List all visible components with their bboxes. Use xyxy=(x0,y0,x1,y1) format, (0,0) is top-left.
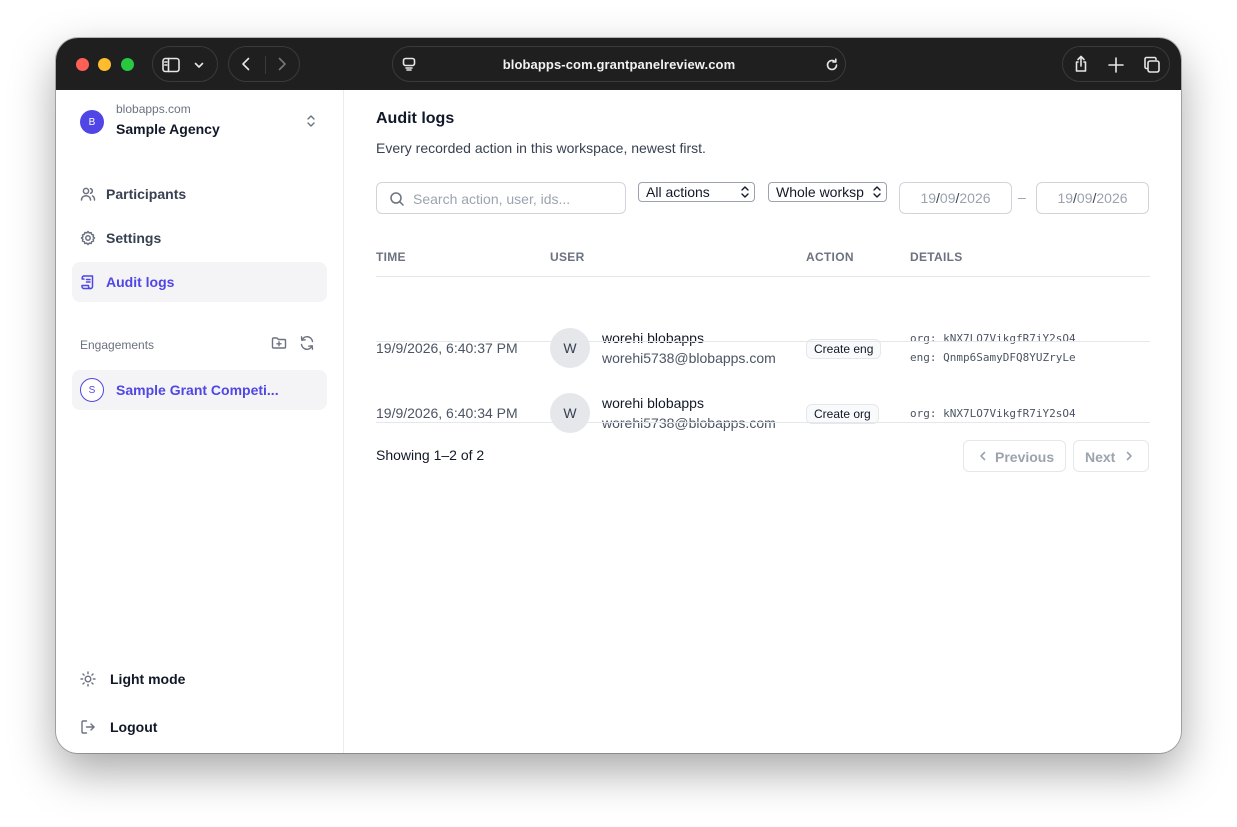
date-to-month: 09 xyxy=(1076,190,1093,206)
sidebar-item-settings[interactable]: Settings xyxy=(72,218,327,258)
column-header-user: USER xyxy=(550,250,585,264)
next-button[interactable]: Next xyxy=(1073,440,1149,472)
action-filter-select[interactable]: All actions xyxy=(638,182,755,202)
column-header-action: ACTION xyxy=(806,250,854,264)
forward-icon[interactable] xyxy=(274,56,290,72)
date-from-field[interactable]: 19/09/2026 xyxy=(899,182,1012,214)
scroll-icon xyxy=(80,274,96,290)
sidebar-item-label: Audit logs xyxy=(106,274,175,290)
column-header-time: TIME xyxy=(376,250,406,264)
chevron-left-icon xyxy=(980,451,986,461)
new-folder-icon[interactable] xyxy=(271,335,287,351)
main-content: Audit logs Every recorded action in this… xyxy=(345,90,1181,753)
next-label: Next xyxy=(1085,449,1116,465)
maximize-window-button[interactable] xyxy=(121,58,134,71)
chevron-up-down-icon xyxy=(304,112,318,135)
sidebar-item-label: Settings xyxy=(106,230,162,246)
date-to-year: 2026 xyxy=(1096,190,1128,206)
logout-icon xyxy=(80,719,96,735)
pagination-summary: Showing 1–2 of 2 xyxy=(376,447,485,463)
chevron-right-icon xyxy=(1126,451,1132,461)
row-time: 19/9/2026, 6:40:34 PM xyxy=(376,405,518,421)
action-badge: Create org xyxy=(806,404,879,424)
table-header-divider xyxy=(376,276,1150,277)
action-filter-value: All actions xyxy=(646,184,710,200)
user-email: worehi5738@blobapps.com xyxy=(602,415,776,431)
row-divider xyxy=(376,341,1150,342)
divider xyxy=(265,56,266,74)
chevron-down-icon[interactable] xyxy=(193,59,205,71)
user-name: worehi blobapps xyxy=(602,395,704,411)
gear-icon xyxy=(80,230,96,246)
history-nav-group xyxy=(228,46,300,82)
previous-label: Previous xyxy=(995,449,1055,465)
user-name: worehi blobapps xyxy=(602,330,704,346)
sidebar: B blobapps.com Sample Agency Participant… xyxy=(56,90,344,753)
detail-line: org: kNX7LO7VikgfR7iY2sO4 xyxy=(910,407,1076,420)
column-header-details: DETAILS xyxy=(910,250,963,264)
engagement-item[interactable]: S Sample Grant Competi... xyxy=(72,370,327,410)
search-icon xyxy=(389,191,405,212)
date-range-dash: – xyxy=(1018,189,1026,205)
avatar: W xyxy=(550,328,590,368)
engagements-section-label: Engagements xyxy=(80,338,155,352)
logout-label: Logout xyxy=(110,719,158,735)
page-title: Audit logs xyxy=(376,110,455,127)
date-from-day: 19 xyxy=(920,190,937,206)
share-icon[interactable] xyxy=(1072,55,1090,73)
reload-icon[interactable] xyxy=(825,58,839,72)
chevron-up-down-icon xyxy=(870,185,882,201)
page-subtitle: Every recorded action in this workspace,… xyxy=(376,140,706,156)
sidebar-item-participants[interactable]: Participants xyxy=(72,174,327,214)
previous-button[interactable]: Previous xyxy=(963,440,1066,472)
minimize-window-button[interactable] xyxy=(98,58,111,71)
sidebar-toggle-icon[interactable] xyxy=(162,56,180,74)
date-to-field[interactable]: 19/09/2026 xyxy=(1036,182,1149,214)
browser-actions-group xyxy=(1062,46,1170,82)
tab-overview-icon[interactable] xyxy=(1143,56,1161,74)
browser-toolbar: blobapps-com.grantpanelreview.com xyxy=(56,38,1181,90)
url-text: blobapps-com.grantpanelreview.com xyxy=(502,57,736,72)
org-domain: blobapps.com xyxy=(116,102,191,116)
detail-line: eng: Qnmp6SamyDFQ8YUZryLe xyxy=(910,351,1076,364)
logout-button[interactable]: Logout xyxy=(80,715,280,739)
sun-icon xyxy=(80,671,96,687)
row-time: 19/9/2026, 6:40:37 PM xyxy=(376,340,518,356)
search-placeholder: Search action, user, ids... xyxy=(413,191,571,207)
org-avatar: B xyxy=(80,110,104,134)
browser-window: blobapps-com.grantpanelreview.com B blob… xyxy=(56,38,1181,753)
org-name: Sample Agency xyxy=(116,121,220,137)
address-bar[interactable]: blobapps-com.grantpanelreview.com xyxy=(392,46,846,82)
close-window-button[interactable] xyxy=(76,58,89,71)
date-from-month: 09 xyxy=(939,190,956,206)
avatar: W xyxy=(550,393,590,433)
scope-filter-value: Whole worksp xyxy=(776,184,864,200)
date-to-day: 19 xyxy=(1057,190,1074,206)
search-input[interactable]: Search action, user, ids... xyxy=(376,182,626,214)
table-footer-divider xyxy=(376,422,1150,423)
refresh-icon[interactable] xyxy=(299,335,315,351)
engagement-avatar: S xyxy=(80,378,104,402)
date-from-year: 2026 xyxy=(959,190,991,206)
back-icon[interactable] xyxy=(238,56,254,72)
detail-line: org: kNX7LO7VikgfR7iY2sO4 xyxy=(910,332,1076,345)
chevron-up-down-icon xyxy=(740,185,750,201)
new-tab-icon[interactable] xyxy=(1107,56,1125,74)
light-mode-label: Light mode xyxy=(110,671,186,687)
sidebar-item-audit-logs[interactable]: Audit logs xyxy=(72,262,327,302)
light-mode-toggle[interactable]: Light mode xyxy=(80,667,280,691)
scope-filter-select[interactable]: Whole worksp xyxy=(768,182,887,202)
users-icon xyxy=(80,186,96,202)
sidebar-toggle-group xyxy=(152,46,218,82)
sidebar-item-label: Participants xyxy=(106,186,187,202)
user-email: worehi5738@blobapps.com xyxy=(602,350,776,366)
engagement-label: Sample Grant Competi... xyxy=(116,382,279,398)
action-badge: Create eng xyxy=(806,339,882,359)
